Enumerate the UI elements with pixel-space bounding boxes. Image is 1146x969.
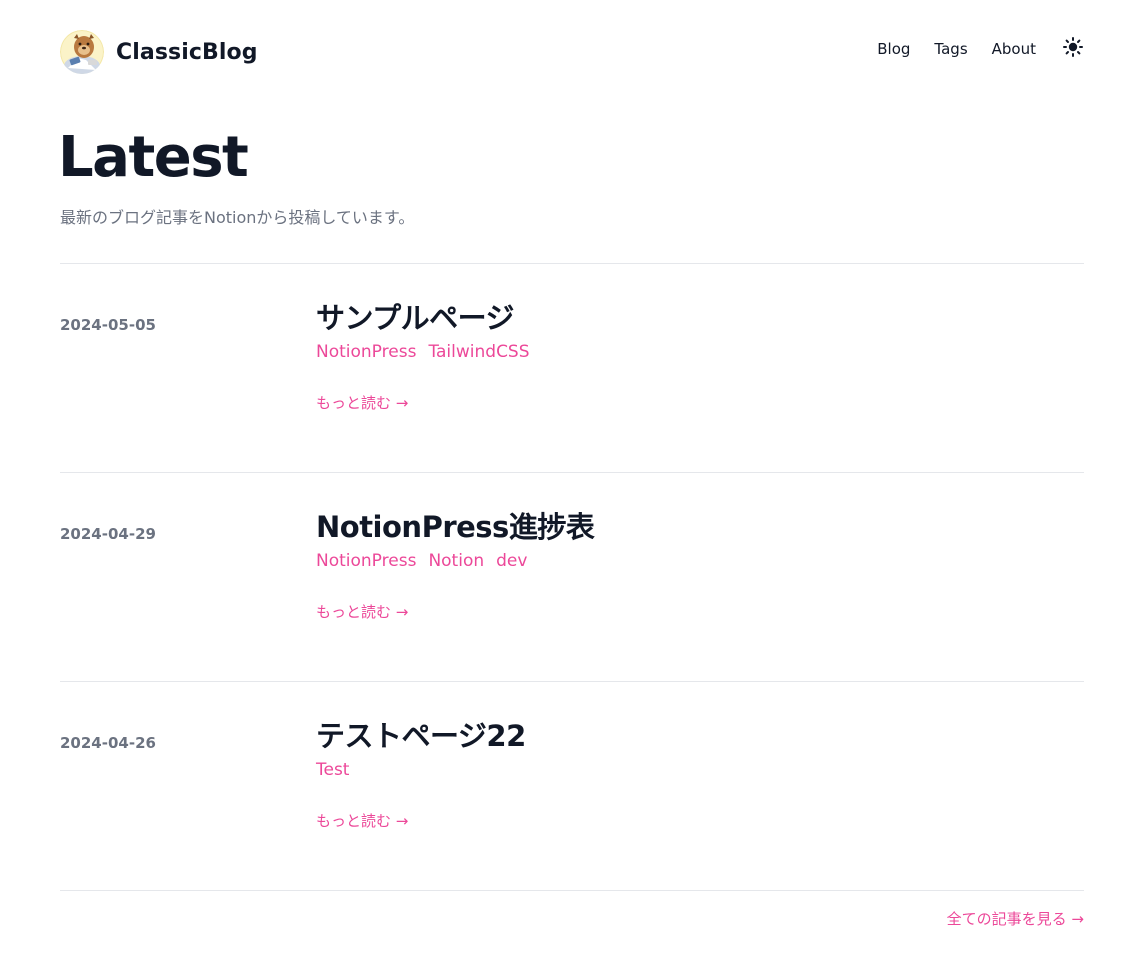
tag-link[interactable]: dev: [496, 551, 527, 571]
read-more-link[interactable]: もっと読む →: [316, 601, 408, 622]
all-posts-link[interactable]: 全ての記事を見る →: [947, 908, 1084, 929]
post-item: 2024-05-05 サンプルページ NotionPress TailwindC…: [60, 264, 1084, 473]
tag-link[interactable]: Notion: [428, 551, 484, 571]
post-date: 2024-04-26: [60, 734, 156, 752]
tag-link[interactable]: TailwindCSS: [428, 342, 529, 362]
theme-toggle-button[interactable]: [1062, 36, 1084, 58]
post-title[interactable]: テストページ22: [316, 716, 526, 756]
post-title[interactable]: サンプルページ: [316, 298, 515, 338]
post-tags: Test: [316, 760, 361, 780]
page: ClassicBlog Blog Tags About Latest 最新のブロ…: [0, 0, 1146, 969]
sun-icon: [1063, 37, 1083, 57]
nav-link-tags[interactable]: Tags: [934, 40, 967, 58]
post-item: 2024-04-26 テストページ22 Test もっと読む →: [60, 682, 1084, 891]
tag-link[interactable]: NotionPress: [316, 551, 416, 571]
divider: [60, 890, 1084, 891]
read-more-link[interactable]: もっと読む →: [316, 392, 408, 413]
post-tags: NotionPress TailwindCSS: [316, 342, 542, 362]
post-date: 2024-05-05: [60, 316, 156, 334]
post-item: 2024-04-29 NotionPress進捗表 NotionPress No…: [60, 473, 1084, 682]
main-nav: Blog Tags About: [877, 36, 1084, 60]
tag-link[interactable]: Test: [316, 760, 349, 780]
tag-link[interactable]: NotionPress: [316, 342, 416, 362]
page-description: 最新のブログ記事をNotionから投稿しています。: [60, 208, 415, 227]
nav-link-blog[interactable]: Blog: [877, 40, 910, 58]
nav-link-about[interactable]: About: [992, 40, 1036, 58]
brand[interactable]: ClassicBlog: [60, 30, 258, 74]
post-title[interactable]: NotionPress進捗表: [316, 507, 595, 547]
post-tags: NotionPress Notion dev: [316, 551, 539, 571]
post-date: 2024-04-29: [60, 525, 156, 543]
site-title[interactable]: ClassicBlog: [116, 40, 258, 65]
read-more-link[interactable]: もっと読む →: [316, 810, 408, 831]
cartoon-avatar-icon[interactable]: [60, 30, 104, 74]
page-title: Latest: [58, 125, 249, 190]
site-header: ClassicBlog Blog Tags About: [60, 30, 1084, 78]
